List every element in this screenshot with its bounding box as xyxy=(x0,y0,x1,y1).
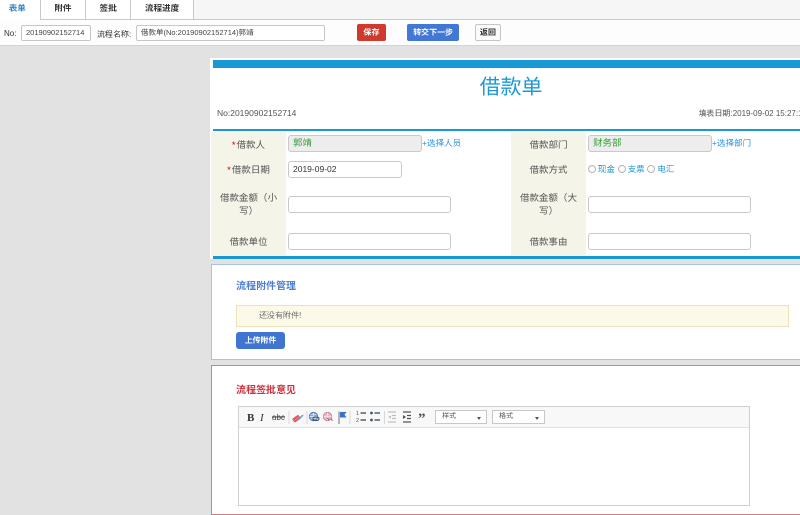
svg-text:B: B xyxy=(247,412,255,424)
svg-text:I: I xyxy=(259,412,265,424)
svg-text:”: ” xyxy=(418,411,426,427)
svg-text:1: 1 xyxy=(356,411,359,417)
svg-text:2: 2 xyxy=(356,418,359,424)
